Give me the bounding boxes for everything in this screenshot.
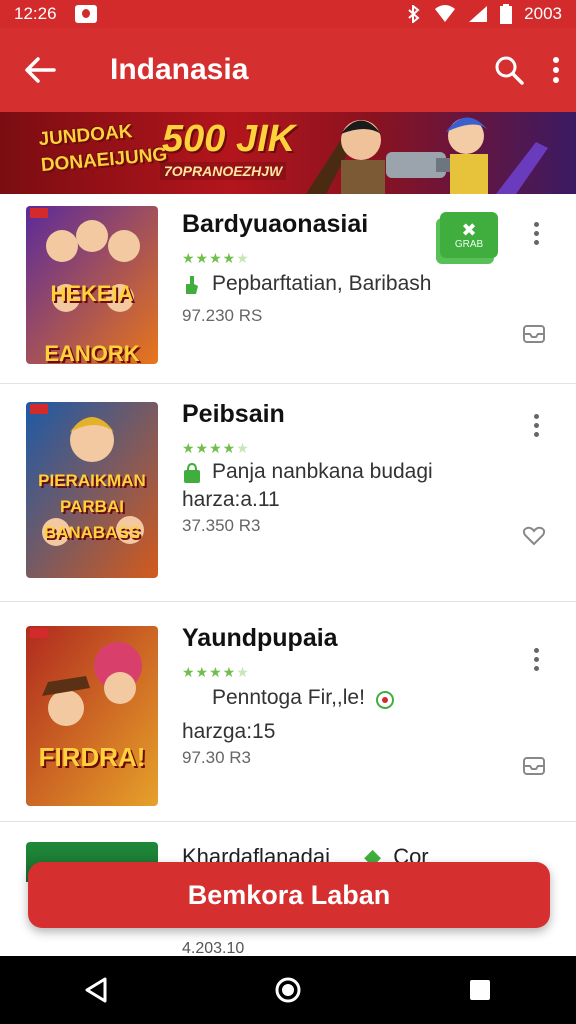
recents-square-icon [470, 980, 490, 1000]
nav-recents-button[interactable] [450, 960, 510, 1020]
install-badge-button[interactable]: ✖ GRAB [440, 212, 498, 258]
system-nav-bar [0, 956, 576, 1024]
game-thumbnail: FIRDRA! [26, 626, 158, 806]
game-meta: Panja nanbkana budagi [182, 460, 482, 484]
install-badge-label: GRAB [454, 238, 484, 250]
inbox-icon[interactable] [522, 324, 546, 344]
item-more-button[interactable] [526, 648, 546, 671]
battery-icon [500, 4, 513, 24]
item-more-button[interactable] [526, 414, 546, 437]
page-title: Indanasia [110, 53, 249, 86]
game-thumbnail: HEKEIA EANORK [26, 206, 158, 364]
back-triangle-icon [85, 977, 107, 1003]
game-list: HEKEIA EANORK Bardyuaonasiai ✖ GRAB ★★★★… [0, 194, 576, 822]
thumbnail-caption: PIERAIKMAN PARBAI BANABASS [38, 471, 146, 542]
game-description: Penntoga Fir,,le! [212, 686, 365, 709]
banner-left-text: JUNDOAK DONAEIJUNG [37, 121, 169, 177]
close-icon: ✖ [461, 219, 477, 240]
search-icon [495, 56, 524, 85]
game-meta: Pepbarftatian, Baribash [182, 272, 431, 296]
home-circle-icon [275, 977, 301, 1003]
bag-icon [184, 462, 200, 483]
banner-subtext: 7OPRANOEZHJW [160, 162, 287, 180]
primary-action-button[interactable]: Bemkora Laban [28, 862, 550, 928]
nav-back-button[interactable] [66, 960, 126, 1020]
game-title: Yaundpupaia [182, 624, 338, 652]
more-vert-icon [553, 57, 559, 83]
game-harga: harza:a.11 [182, 488, 280, 511]
gift-icon [375, 691, 394, 709]
more-options-button[interactable] [552, 56, 560, 84]
thumbnail-caption: FIRDRA! [38, 742, 146, 772]
back-button[interactable] [16, 46, 64, 94]
nav-home-button[interactable] [258, 960, 318, 1020]
signal-icon [469, 6, 488, 22]
game-description: Pepbarftatian, Baribash [212, 272, 432, 295]
game-description: Panja nanbkana budagi [212, 460, 433, 483]
hand-icon [186, 276, 198, 294]
inbox-icon[interactable] [522, 756, 546, 776]
search-button[interactable] [494, 55, 524, 85]
list-item[interactable]: PIERAIKMAN PARBAI BANABASS Peibsain ★★★★… [0, 384, 576, 602]
status-time: 12:26 [14, 4, 57, 23]
game-price: 37.350 R3 [182, 516, 261, 535]
game-harga: harzga:15 [182, 720, 276, 743]
rating-stars: ★★★★★ [182, 440, 250, 456]
back-arrow-icon [25, 57, 56, 83]
wifi-icon [435, 5, 456, 22]
app-bar: Indanasia [0, 28, 576, 112]
game-thumbnail: PIERAIKMAN PARBAI BANABASS [26, 402, 158, 578]
game-price: 97.230 RS [182, 306, 263, 325]
list-item[interactable]: HEKEIA EANORK Bardyuaonasiai ✖ GRAB ★★★★… [0, 194, 576, 384]
promo-banner[interactable]: JUNDOAK DONAEIJUNG 500 JIK 7OPRANOEZHJW [0, 112, 576, 194]
heart-icon[interactable] [522, 526, 546, 546]
banner-characters-image [306, 117, 548, 194]
bluetooth-icon [408, 5, 420, 23]
status-right-text: 2003 [524, 4, 562, 23]
status-bar: 12:26 2003 [0, 0, 576, 28]
rating-stars: ★★★★★ [182, 250, 250, 266]
game-title: Peibsain [182, 400, 285, 428]
thumbnail-caption: HEKEIA EANORK [44, 281, 140, 364]
list-item[interactable]: FIRDRA! Yaundpupaia ★★★★★ Penntoga Fir,,… [0, 602, 576, 822]
game-price: 97.30 R3 [182, 748, 251, 767]
rating-stars: ★★★★★ [182, 664, 250, 680]
notification-icon [74, 5, 97, 23]
banner-amount: 500 JIK [162, 118, 296, 160]
item-more-button[interactable] [526, 222, 546, 245]
game-meta: Penntoga Fir,,le! [182, 686, 482, 710]
game-title: Bardyuaonasiai [182, 210, 369, 238]
